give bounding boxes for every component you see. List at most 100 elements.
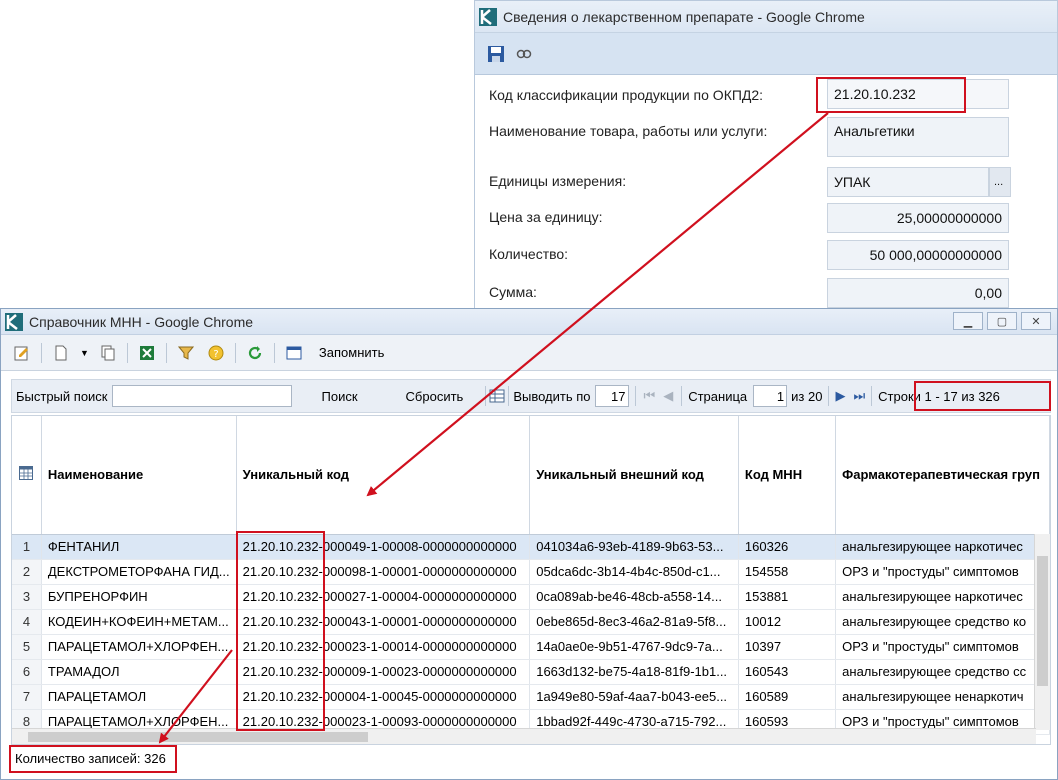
column-header-external-code[interactable]: Уникальный внешний код (529, 416, 739, 535)
cell-mnn-code: 160543 (738, 659, 837, 685)
help-button[interactable]: ? (205, 342, 227, 364)
save-icon (488, 45, 504, 62)
cell-name: ПАРАЦЕТАМОЛ (41, 684, 237, 710)
page-input[interactable] (753, 385, 788, 407)
per-page-input[interactable] (594, 385, 629, 407)
minimize-icon[interactable]: ▁ (953, 312, 983, 330)
next-page-icon[interactable]: ▶ (835, 388, 845, 404)
quantity-field[interactable]: 50 000,00000000000 (827, 240, 1009, 270)
product-name-field[interactable]: Анальгетики (827, 117, 1009, 157)
app-logo-icon (5, 312, 23, 331)
sum-field[interactable]: 0,00 (827, 278, 1009, 308)
toolbar-divider (165, 342, 167, 363)
column-header-name[interactable]: Наименование (41, 416, 237, 535)
edit-button[interactable] (11, 342, 33, 364)
cell-mnn-code: 154558 (738, 559, 837, 585)
row-number: 2 (12, 559, 42, 585)
table-view-button[interactable] (283, 342, 305, 364)
price-field[interactable]: 25,00000000000 (827, 203, 1009, 233)
table-row[interactable]: 1 ФЕНТАНИЛ 21.20.10.232-000049-1-00008-0… (12, 534, 1050, 560)
toolbar-divider (126, 342, 128, 363)
horizontal-scrollbar[interactable] (12, 728, 1036, 744)
table-row[interactable]: 6 ТРАМАДОЛ 21.20.10.232-000009-1-00023-0… (12, 659, 1050, 685)
maximize-icon[interactable]: ▢ (987, 312, 1017, 330)
cell-mnn-code: 153881 (738, 584, 837, 610)
units-select-button[interactable]: ... (989, 167, 1011, 197)
quick-search-input[interactable] (111, 385, 292, 407)
rows-info: Строки 1 - 17 из 326 (878, 388, 1000, 404)
window-title: Справочник МНН - Google Chrome (29, 313, 254, 330)
mnn-grid: Наименование Уникальный код Уникальный в… (11, 415, 1051, 745)
cell-unique-code: 21.20.10.232-000023-1-00014-000000000000… (236, 634, 531, 660)
drug-info-toolbar (475, 33, 1057, 75)
table-row[interactable]: 4 КОДЕИН+КОФЕИН+МЕТАМ... 21.20.10.232-00… (12, 609, 1050, 635)
row-number: 1 (12, 534, 42, 560)
prev-page-icon[interactable]: ◀ (663, 388, 673, 404)
units-field[interactable]: УПАК (827, 167, 989, 197)
cell-mnn-code: 10397 (738, 634, 837, 660)
filter-button[interactable] (175, 342, 197, 364)
new-dropdown-icon[interactable]: ▼ (80, 348, 89, 358)
page-label: Страница (688, 388, 748, 404)
search-divider (681, 386, 683, 406)
column-header-pharma-group[interactable]: Фармакотерапевтическая груп (835, 416, 1050, 535)
link-button[interactable] (513, 43, 535, 65)
refresh-icon (248, 345, 262, 359)
reset-button[interactable]: Сбросить (406, 389, 464, 404)
cell-unique-code: 21.20.10.232-000004-1-00045-000000000000… (236, 684, 531, 710)
cell-pharma-group: анальгезирующее средство ко (835, 609, 1050, 635)
window-controls: ▁ ▢ ✕ (953, 312, 1051, 330)
first-page-icon[interactable]: ⏮ (644, 388, 656, 404)
search-panel: Быстрый поиск Поиск Сбросить Выводить по… (11, 379, 1051, 413)
table-row[interactable]: 5 ПАРАЦЕТАМОЛ+ХЛОРФЕН... 21.20.10.232-00… (12, 634, 1050, 660)
table-row[interactable]: 2 ДЕКСТРОМЕТОРФАНА ГИД... 21.20.10.232-0… (12, 559, 1050, 585)
refresh-button[interactable] (244, 342, 266, 364)
search-divider (828, 386, 830, 406)
table-header-row: Наименование Уникальный код Уникальный в… (12, 416, 1050, 535)
quick-search-label: Быстрый поиск (16, 388, 108, 404)
excel-icon (139, 345, 154, 360)
remember-button[interactable]: Запомнить (319, 345, 384, 360)
toolbar-divider (234, 342, 236, 363)
table-row[interactable]: 7 ПАРАЦЕТАМОЛ 21.20.10.232-000004-1-0004… (12, 684, 1050, 710)
row-number: 5 (12, 634, 42, 660)
columns-button[interactable] (486, 385, 508, 407)
cell-external-code: 041034a6-93eb-4189-9b63-53... (529, 534, 739, 560)
select-all-header[interactable] (12, 416, 42, 535)
app-logo-icon (479, 7, 497, 26)
vertical-scroll-thumb[interactable] (1037, 556, 1048, 686)
grid-icon (489, 389, 505, 403)
new-doc-icon (55, 345, 67, 360)
save-button[interactable] (485, 43, 507, 65)
last-page-icon[interactable]: ⏭ (853, 388, 865, 404)
row-number: 6 (12, 659, 42, 685)
status-bar: Количество записей: 326 (11, 745, 1051, 771)
column-header-unique-code[interactable]: Уникальный код (236, 416, 531, 535)
close-icon[interactable]: ✕ (1021, 312, 1051, 330)
toolbar-divider (41, 342, 42, 363)
edit-icon (14, 346, 28, 360)
filter-icon (177, 346, 194, 360)
search-button[interactable]: Поиск (322, 389, 358, 404)
column-header-mnn-code[interactable]: Код МНН (738, 416, 837, 535)
drug-info-titlebar: Сведения о лекарственном препарате - Goo… (475, 1, 1057, 33)
table-row[interactable]: 3 БУПРЕНОРФИН 21.20.10.232-000027-1-0000… (12, 584, 1050, 610)
copy-icon (101, 345, 115, 360)
cell-mnn-code: 160589 (738, 684, 837, 710)
svg-text:?: ? (213, 349, 218, 360)
cell-unique-code: 21.20.10.232-000009-1-00023-000000000000… (236, 659, 531, 685)
vertical-scrollbar[interactable] (1034, 534, 1050, 730)
link-icon (516, 49, 532, 58)
copy-button[interactable] (97, 342, 119, 364)
new-button[interactable] (50, 342, 72, 364)
toolbar-divider (273, 342, 275, 363)
record-count: Количество записей: 326 (15, 750, 166, 766)
cell-pharma-group: анальгезирующее наркотичес (835, 584, 1050, 610)
cell-name: ФЕНТАНИЛ (41, 534, 237, 560)
search-divider (634, 386, 636, 406)
cell-unique-code: 21.20.10.232-000043-1-00001-000000000000… (236, 609, 531, 635)
horizontal-scroll-thumb[interactable] (28, 732, 368, 742)
excel-export-button[interactable] (136, 342, 158, 364)
cell-unique-code: 21.20.10.232-000027-1-00004-000000000000… (236, 584, 531, 610)
okpd2-field[interactable]: 21.20.10.232 (827, 79, 1009, 109)
